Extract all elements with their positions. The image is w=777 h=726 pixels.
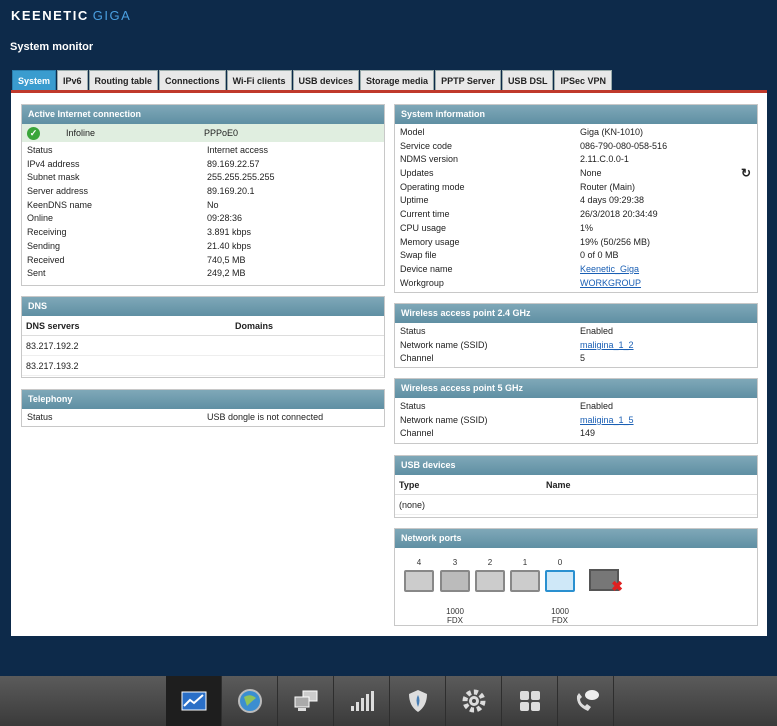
connection-row[interactable]: ✓ Infoline PPPoE0 <box>22 124 384 142</box>
tab-usb-dsl[interactable]: USB DSL <box>501 70 554 90</box>
wifi-24-status-row: Status Enabled <box>400 326 614 336</box>
tab-wifi-clients[interactable]: Wi-Fi clients <box>226 70 292 90</box>
system-info-box: System information Model Giga (KN-1010) Se… <box>394 104 758 293</box>
port-1[interactable]: 1 <box>510 558 540 592</box>
wifi-24-title: Wireless access point 2.4 GHz <box>395 304 757 323</box>
wifi-24-channel-row: Channel 5 <box>400 353 586 364</box>
table-row: 83.217.193.2 <box>22 356 384 376</box>
port-4[interactable]: 4 <box>404 558 434 592</box>
usb-dsl-port-disconnected-icon: ✖ <box>589 569 623 594</box>
info-row: KeenDNS name No <box>27 199 219 210</box>
info-row: Receiving 3.891 kbps <box>27 227 252 238</box>
info-row: Status Internet access <box>27 145 269 155</box>
info-row: NDMS version 2.11.C.0.0-1 <box>400 154 629 165</box>
home-network-icon[interactable] <box>278 676 334 726</box>
telephony-box: Telephony Status USB dongle is not conne… <box>21 389 385 427</box>
tab-ipv6[interactable]: IPv6 <box>57 70 88 90</box>
wifi-24-ssid-row: Network name (SSID) maligina_1_2 <box>395 339 757 353</box>
wifi-signal-icon[interactable] <box>334 676 390 726</box>
workgroup-row: Workgroup WORKGROUP <box>395 277 757 291</box>
tab-ipsec-vpn[interactable]: IPSec VPN <box>554 70 612 90</box>
settings-gear-icon[interactable] <box>446 676 502 726</box>
info-row: CPU usage 1% <box>400 222 594 233</box>
internet-connection-title: Active Internet connection <box>22 105 384 124</box>
usb-devices-title: USB devices <box>395 456 757 475</box>
info-row: Uptime 4 days 09:29:38 <box>400 195 645 206</box>
info-row: Received 740,5 MB <box>27 254 246 265</box>
tab-bar: System IPv6 Routing table Connections Wi… <box>12 70 613 90</box>
info-row: Swap file 0 of 0 MB <box>400 250 619 261</box>
info-row: Online 09:28:36 <box>27 213 243 224</box>
tab-pptp-server[interactable]: PPTP Server <box>435 70 501 90</box>
ethernet-port-icon <box>404 570 434 592</box>
info-row: Model Giga (KN-1010) <box>400 127 644 137</box>
port-3[interactable]: 3 1000 FDX <box>440 558 470 625</box>
usb-table-header: Type Name <box>395 475 757 495</box>
dns-table-header: DNS servers Domains <box>22 316 384 336</box>
wifi-5-box: Wireless access point 5 GHz Status Enable… <box>394 378 758 444</box>
device-name-row: Device name Keenetic_Giga <box>395 263 757 277</box>
info-row: Server address 89.169.20.1 <box>27 186 255 197</box>
info-row: Sent 249,2 MB <box>27 268 246 279</box>
connection-name: Infoline <box>66 128 96 138</box>
workgroup-link[interactable]: WORKGROUP <box>580 277 757 291</box>
tab-connections[interactable]: Connections <box>159 70 226 90</box>
telephony-title: Telephony <box>22 390 384 409</box>
table-row: 83.217.192.2 <box>22 336 384 356</box>
internet-details: Status Internet access IPv4 address 89.169.… <box>22 142 384 281</box>
ethernet-port-icon <box>475 570 505 592</box>
info-row: IPv4 address 89.169.22.57 <box>27 158 260 169</box>
usb-devices-box: USB devices Type Name (none) <box>394 455 758 518</box>
port-2[interactable]: 2 <box>475 558 505 592</box>
table-row: (none) <box>395 495 757 515</box>
refresh-icon[interactable]: ↻ <box>741 166 751 181</box>
port-0[interactable]: 0 1000 FDX <box>545 558 575 625</box>
wifi-24-box: Wireless access point 2.4 GHz Status Enab… <box>394 303 758 368</box>
tab-routing-table[interactable]: Routing table <box>88 70 159 90</box>
tab-usb-devices[interactable]: USB devices <box>292 70 360 90</box>
ethernet-port-icon <box>510 570 540 592</box>
check-icon: ✓ <box>27 126 40 140</box>
dns-box: DNS DNS servers Domains 83.217.192.2 83.… <box>21 296 385 378</box>
info-row: Service code 086-790-080-058-516 <box>400 140 668 151</box>
wifi-5-ssid-link[interactable]: maligina_1_5 <box>580 414 757 428</box>
telephony-status-row: Status USB dongle is not connected <box>27 412 324 422</box>
tab-storage-media[interactable]: Storage media <box>360 70 435 90</box>
dns-title: DNS <box>22 297 384 316</box>
page-title: System monitor <box>10 41 94 53</box>
info-row: Current time 26/3/2018 20:34:49 <box>400 209 658 220</box>
info-row: Operating mode Router (Main) <box>400 181 636 192</box>
internet-globe-icon[interactable] <box>222 676 278 726</box>
info-row: Memory usage 19% (50/256 MB) <box>400 236 651 247</box>
system-info-title: System information <box>395 105 757 124</box>
phone-icon[interactable] <box>558 676 614 726</box>
header: KEENETIC GIGA System monitor System IPv6 … <box>0 0 777 95</box>
info-row: Sending 21.40 kbps <box>27 240 252 251</box>
wifi-24-ssid-link[interactable]: maligina_1_2 <box>580 339 757 353</box>
dns-servers-header: DNS servers <box>26 321 80 331</box>
device-name-link[interactable]: Keenetic_Giga <box>580 263 757 277</box>
keenetic-logo: KEENETIC GIGA <box>11 8 132 23</box>
tab-system[interactable]: System <box>12 70 57 90</box>
info-row: Subnet mask 255.255.255.255 <box>27 172 275 183</box>
internet-connection-box: Active Internet connection ✓ Infoline PP… <box>21 104 385 286</box>
wan-port-connected-icon <box>545 570 575 592</box>
apps-grid-icon[interactable] <box>502 676 558 726</box>
info-row: Updates None ↻ <box>400 166 751 181</box>
connection-type: PPPoE0 <box>204 128 239 138</box>
ethernet-port-connected-icon <box>440 570 470 592</box>
network-ports-title: Network ports <box>395 529 757 548</box>
bottom-nav <box>0 676 777 726</box>
monitor-icon[interactable] <box>166 676 222 726</box>
security-shield-icon[interactable] <box>390 676 446 726</box>
wifi-5-status-row: Status Enabled <box>400 401 614 411</box>
system-info-details: Model Giga (KN-1010) Service code 086-790-0… <box>395 124 757 263</box>
dns-domains-header: Domains <box>235 321 274 331</box>
wifi-5-channel-row: Channel 149 <box>400 428 596 439</box>
wifi-5-title: Wireless access point 5 GHz <box>395 379 757 398</box>
wifi-5-ssid-row: Network name (SSID) maligina_1_5 <box>395 414 757 428</box>
